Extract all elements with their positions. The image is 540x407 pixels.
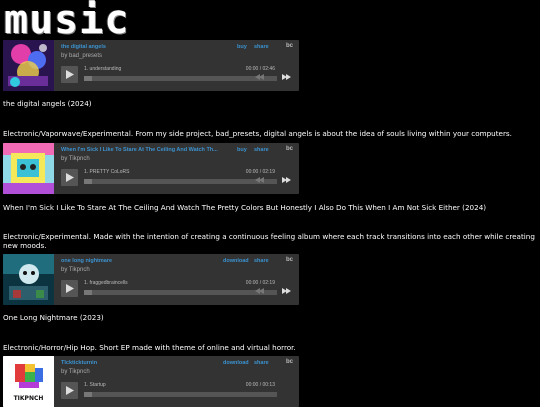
buy-link[interactable]: buy (237, 44, 247, 50)
play-icon (66, 70, 74, 79)
progress-knob[interactable] (84, 179, 92, 184)
next-track-icon[interactable] (282, 177, 291, 183)
play-button[interactable] (61, 169, 78, 186)
progress-knob[interactable] (84, 392, 92, 397)
player-artist[interactable]: by Tikpnch (61, 267, 90, 273)
play-icon (66, 284, 74, 293)
track-time: 00:00 / 02:46 (245, 66, 275, 72)
track-name: 1. Startup (84, 382, 106, 388)
progress-bar[interactable] (84, 179, 277, 184)
album-description: Electronic/Vaporwave/Experimental. From … (3, 129, 512, 138)
bandcamp-logo[interactable]: bc (286, 146, 293, 152)
album-art-label: TIKPNCH (14, 395, 44, 402)
track-time: 00:00 / 02:19 (245, 169, 275, 175)
share-link[interactable]: share (254, 147, 269, 153)
track-name: 1. fraggedbraincells (84, 280, 128, 286)
track-time: 00:00 / 00:13 (245, 382, 275, 388)
share-link[interactable]: share (254, 258, 269, 264)
player-artist[interactable]: by Tikpnch (61, 369, 90, 375)
embedded-player: one long nightmare by Tikpnch download s… (3, 254, 299, 305)
album-art[interactable]: TIKPNCH (3, 356, 54, 407)
player-title[interactable]: the digital angels (61, 44, 221, 50)
next-track-icon[interactable] (282, 74, 291, 80)
album-art[interactable] (3, 143, 54, 194)
next-track-icon[interactable] (282, 288, 291, 294)
play-button[interactable] (61, 66, 78, 83)
previous-track-icon[interactable] (255, 74, 264, 80)
play-icon (66, 386, 74, 395)
play-button[interactable] (61, 280, 78, 297)
embedded-player: the digital angels by bad_presets buy sh… (3, 40, 299, 91)
embedded-player: TIKPNCH TIcktickturnin by Tikpnch downlo… (3, 356, 299, 407)
track-name: 1. understanding (84, 66, 122, 72)
track-name: 1. PRETTY CoLoRS (84, 169, 130, 175)
album-caption: the digital angels (2024) (3, 99, 92, 108)
player-artist[interactable]: by bad_presets (61, 53, 102, 59)
player-title[interactable]: one long nightmare (61, 258, 221, 264)
download-link[interactable]: download (223, 360, 249, 366)
player-title[interactable]: When I'm Sick I Like To Stare At The Cei… (61, 147, 221, 153)
share-link[interactable]: share (254, 44, 269, 50)
download-link[interactable]: download (223, 258, 249, 264)
player-title[interactable]: TIcktickturnin (61, 360, 221, 366)
album-art[interactable] (3, 40, 54, 91)
play-button[interactable] (61, 382, 78, 399)
bandcamp-logo[interactable]: bc (286, 359, 293, 365)
album-caption: When I'm Sick I Like To Stare At The Cei… (3, 203, 487, 212)
track-time: 00:00 / 02:19 (245, 280, 275, 286)
progress-bar[interactable] (84, 76, 277, 81)
bandcamp-logo[interactable]: bc (286, 257, 293, 263)
site-logo: music (4, 0, 130, 43)
player-artist[interactable]: by Tikpnch (61, 156, 90, 162)
album-caption: One Long Nightmare (2023) (3, 313, 104, 322)
progress-knob[interactable] (84, 76, 92, 81)
progress-bar[interactable] (84, 290, 277, 295)
previous-track-icon[interactable] (255, 288, 264, 294)
album-art[interactable] (3, 254, 54, 305)
bandcamp-logo[interactable]: bc (286, 43, 293, 49)
album-description: Electronic/Experimental. Made with the i… (3, 232, 535, 250)
share-link[interactable]: share (254, 360, 269, 366)
embedded-player: When I'm Sick I Like To Stare At The Cei… (3, 143, 299, 194)
album-description: Electronic/Horror/Hip Hop. Short EP made… (3, 343, 296, 352)
buy-link[interactable]: buy (237, 147, 247, 153)
progress-bar[interactable] (84, 392, 277, 397)
play-icon (66, 173, 74, 182)
previous-track-icon[interactable] (255, 177, 264, 183)
progress-knob[interactable] (84, 290, 92, 295)
